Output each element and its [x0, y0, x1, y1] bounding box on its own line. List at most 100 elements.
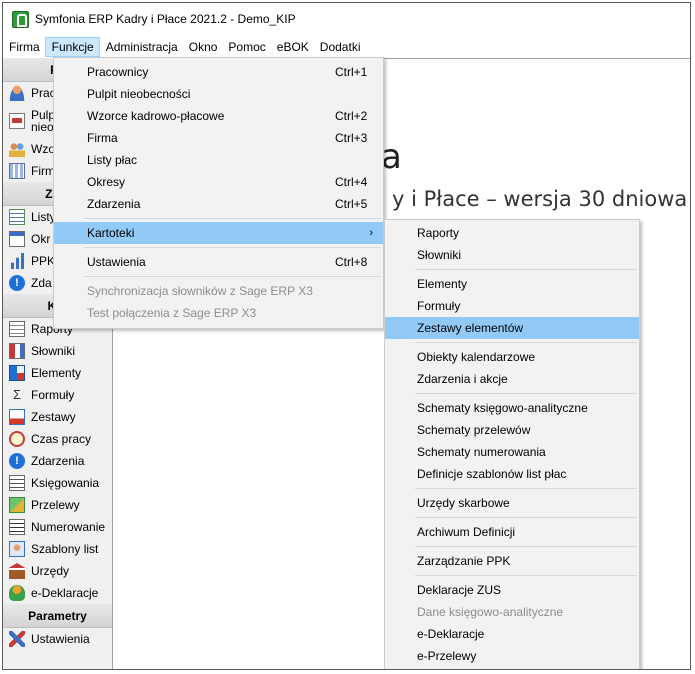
sidebar-item-label: Przelewy [31, 498, 80, 512]
sidebar-item-zdarzenia[interactable]: ! Zdarzenia [3, 450, 112, 472]
submenu-item-e-przelewy[interactable]: e-Przelewy [385, 645, 639, 667]
submenu-item-formuly[interactable]: Formuły [385, 295, 639, 317]
menu-item-label: Listy płac [87, 153, 138, 167]
submenu-item-dane-ksiegowo: Dane księgowo-analityczne [417, 605, 564, 619]
menu-item-ustawienia[interactable]: Ustawienia Ctrl+8 [54, 251, 383, 273]
submenu-item-e-deklaracje[interactable]: e-Deklaracje [385, 623, 639, 645]
menu-item-label: Synchronizacja słowników z Sage ERP X3 [87, 284, 313, 298]
info-icon: ! [9, 275, 25, 291]
menu-dodatki[interactable]: Dodatki [314, 37, 366, 57]
sidebar-item-zestawy[interactable]: Zestawy [3, 406, 112, 428]
menu-item-pulpit-nieobecnosci[interactable]: Pulpit nieobecności [54, 83, 383, 105]
menu-ebok[interactable]: eBOK [271, 37, 314, 57]
welcome-subtitle: y i Płace – wersja 30 dniowa [392, 187, 688, 211]
clock-icon [9, 431, 25, 447]
menu-separator [385, 339, 639, 346]
welcome-heading: a [381, 137, 402, 177]
sidebar-item-ksiegowania[interactable]: Księgowania [3, 472, 112, 494]
sidebar-item-formuly[interactable]: Σ Formuły [3, 384, 112, 406]
menu-item-wzorce[interactable]: Wzorce kadrowo-płacowe Ctrl+2 [54, 105, 383, 127]
edeclaration-icon [9, 585, 25, 601]
sidebar-item-label: Wzo [31, 142, 55, 156]
menu-administracja[interactable]: Administracja [100, 37, 183, 57]
submenu-item-obiekty-kalendarzowe[interactable]: Obiekty kalendarzowe [385, 346, 639, 368]
menu-item-shortcut: Ctrl+3 [335, 131, 368, 145]
menu-separator [385, 572, 639, 579]
submenu-item-definicje-szablonow[interactable]: Definicje szablonów list płac [385, 463, 639, 485]
menu-item-label: Kartoteki [87, 226, 135, 240]
menu-item-label: Ustawienia [87, 255, 146, 269]
submenu-item-schematy-przelewow[interactable]: Schematy przelewów [385, 419, 639, 441]
submenu-item-zdarzenia-i-akcje[interactable]: Zdarzenia i akcje [385, 368, 639, 390]
menu-okno[interactable]: Okno [183, 37, 223, 57]
sidebar-item-szablony-list[interactable]: Szablony list [3, 538, 112, 560]
menu-firma[interactable]: Firma [3, 37, 45, 57]
sidebar-item-czas-pracy[interactable]: Czas pracy [3, 428, 112, 450]
sidebar-item-label: Księgowania [31, 476, 100, 490]
sidebar-item-e-deklaracje[interactable]: e-Deklaracje [3, 582, 112, 604]
office-icon [9, 563, 25, 579]
sidebar-item-ustawienia[interactable]: Ustawienia [3, 628, 112, 650]
window-title: Symfonia ERP Kadry i Płace 2021.2 - Demo… [35, 12, 296, 26]
submenu-item-zestawy-elementow[interactable]: Zestawy elementów [385, 317, 639, 339]
list-icon [9, 209, 25, 225]
menu-item-label: Pracownicy [87, 65, 149, 79]
symfonia-app-icon [12, 10, 29, 28]
sidebar-item-label: Prac [31, 86, 56, 100]
company-icon [9, 163, 25, 179]
menu-item-zdarzenia[interactable]: Zdarzenia Ctrl+5 [54, 193, 383, 215]
sidebar-item-urzedy[interactable]: Urzędy [3, 560, 112, 582]
sidebar-item-label: Okr [31, 232, 51, 246]
menu-item-shortcut: Ctrl+1 [335, 65, 368, 79]
sidebar-item-label: Zestawy [31, 410, 76, 424]
sidebar-item-label: Szablony list [31, 542, 99, 556]
sidebar-item-elementy[interactable]: Elementy [3, 362, 112, 384]
submenu-item-zarzadzanie-ppk[interactable]: Zarządzanie PPK [385, 550, 639, 572]
menu-item-synchronizacja: Synchronizacja słowników z Sage ERP X3 [54, 280, 383, 302]
sidebar-item-label: Formuły [31, 388, 75, 402]
sidebar-item-label: Firm [31, 164, 55, 178]
sidebar-item-label: Elementy [31, 366, 82, 380]
menu-item-listy-plac[interactable]: Listy płac [54, 149, 383, 171]
sidebar-item-label: Czas pracy [31, 432, 92, 446]
submenu-item-deklaracje-zus[interactable]: Deklaracje ZUS [385, 579, 639, 601]
title-bar: Symfonia ERP Kadry i Płace 2021.2 - Demo… [3, 3, 690, 35]
menu-item-shortcut: Ctrl+2 [335, 109, 368, 123]
transfer-icon [9, 497, 25, 513]
submenu-item-raporty[interactable]: Raporty [385, 222, 639, 244]
kartoteki-submenu: Raporty Słowniki Elementy Formuły Zestaw… [384, 219, 640, 669]
menu-item-firma[interactable]: Firma Ctrl+3 [54, 127, 383, 149]
menu-separator [54, 244, 383, 251]
formula-icon: Σ [12, 387, 22, 402]
submenu-item-elementy[interactable]: Elementy [385, 273, 639, 295]
sidebar-item-przelewy[interactable]: Przelewy [3, 494, 112, 516]
menu-bar: Firma Funkcje Administracja Okno Pomoc e… [3, 37, 690, 57]
template-icon [9, 541, 25, 557]
elements-icon [9, 365, 25, 381]
ledger-icon [9, 475, 25, 491]
menu-item-okresy[interactable]: Okresy Ctrl+4 [54, 171, 383, 193]
menu-pomoc[interactable]: Pomoc [222, 37, 270, 57]
menu-separator [385, 543, 639, 550]
sidebar-section-header[interactable]: Parametry [3, 604, 112, 628]
sidebar-item-numerowanie[interactable]: Numerowanie [3, 516, 112, 538]
menu-separator [385, 485, 639, 492]
menu-item-pracownicy[interactable]: Pracownicy Ctrl+1 [54, 61, 383, 83]
sidebar-item-label: Ustawienia [31, 632, 90, 646]
submenu-item-schematy-numerowania[interactable]: Schematy numerowania [385, 441, 639, 463]
submenu-item-schematy-ksiegowo[interactable]: Schematy księgowo-analityczne [385, 397, 639, 419]
report-icon [9, 321, 25, 337]
person-icon [9, 85, 25, 101]
menu-item-shortcut: Ctrl+4 [335, 175, 368, 189]
submenu-item-urzedy-skarbowe[interactable]: Urzędy skarbowe [385, 492, 639, 514]
menu-item-test-polaczenia: Test połączenia z Sage ERP X3 [54, 302, 383, 324]
people-icon [9, 141, 25, 157]
menu-item-kartoteki[interactable]: Kartoteki › [54, 222, 383, 244]
sidebar-item-label: Zda [31, 276, 52, 290]
submenu-item-slowniki[interactable]: Słowniki [385, 244, 639, 266]
submenu-item-archiwum-definicji[interactable]: Archiwum Definicji [385, 521, 639, 543]
menu-funkcje[interactable]: Funkcje [44, 37, 100, 57]
sidebar-item-label: Słowniki [31, 344, 76, 358]
dictionary-icon [9, 343, 25, 359]
sidebar-item-slowniki[interactable]: Słowniki [3, 340, 112, 362]
